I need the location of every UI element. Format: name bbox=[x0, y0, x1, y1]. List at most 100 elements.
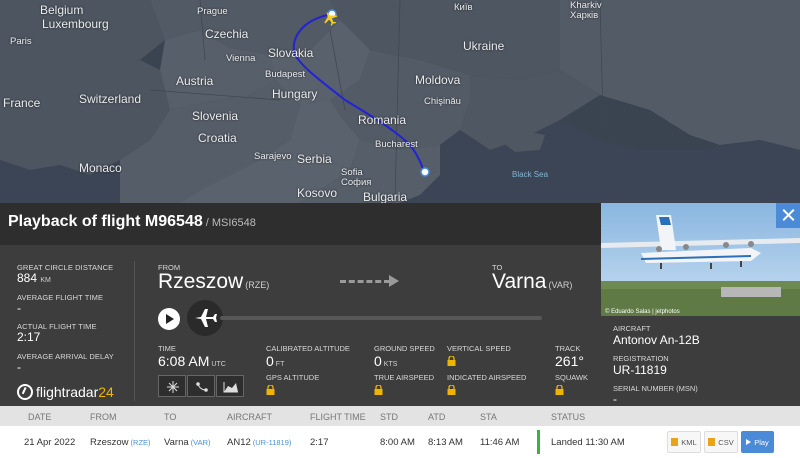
row-std: 8:00 AM bbox=[380, 437, 415, 448]
callsign: / MSI6548 bbox=[205, 217, 256, 229]
serial-label: SERIAL NUMBER (MSN) bbox=[613, 384, 698, 393]
col-atd: ATD bbox=[428, 412, 446, 422]
chart-view-button[interactable] bbox=[216, 375, 244, 397]
row-aircraft: AN12 (UR-11819) bbox=[227, 437, 291, 448]
kml-button[interactable]: KML bbox=[667, 431, 701, 453]
map-label-slovakia: Slovakia bbox=[268, 46, 314, 60]
route-arrow-line bbox=[340, 280, 390, 284]
row-date: 21 Apr 2022 bbox=[24, 437, 76, 448]
ground-speed-unit: KTS bbox=[383, 361, 398, 368]
photo-credit: © Eduardo Salas | jetphotos bbox=[605, 309, 680, 315]
to-code: (VAR) bbox=[548, 280, 573, 290]
great-circle-number: 884 bbox=[17, 271, 38, 285]
row-sta: 11:46 AM bbox=[480, 437, 520, 448]
col-aircraft: AIRCRAFT bbox=[227, 412, 272, 422]
ground-speed-label: GROUND SPEED bbox=[374, 344, 435, 353]
map-label-kyiv: Київ bbox=[454, 2, 473, 13]
time-label: TIME bbox=[158, 344, 176, 353]
lock-icon bbox=[555, 385, 564, 395]
row-to-city: Varna bbox=[164, 437, 189, 448]
col-to: TO bbox=[164, 412, 177, 422]
cal-alt-number: 0 bbox=[266, 353, 274, 369]
status-indicator bbox=[537, 430, 540, 454]
col-status: STATUS bbox=[551, 412, 586, 422]
flightradar24-logo[interactable]: flightradar24 bbox=[17, 382, 114, 402]
map-label-bucharest: Bucharest bbox=[375, 139, 418, 150]
close-button[interactable] bbox=[776, 203, 800, 228]
map-label-austria: Austria bbox=[176, 74, 214, 88]
logo-icon bbox=[17, 384, 33, 400]
map-label-moldova: Moldova bbox=[415, 73, 461, 87]
crosshair-icon bbox=[167, 381, 179, 393]
playback-slider-handle[interactable] bbox=[187, 300, 223, 336]
lock-icon bbox=[266, 385, 275, 395]
from-city: Rzeszow (RZE) bbox=[158, 270, 269, 294]
lock-icon bbox=[447, 385, 456, 395]
cal-alt-label: CALIBRATED ALTITUDE bbox=[266, 344, 350, 353]
cal-alt-unit: FT bbox=[275, 361, 285, 368]
map-label-kosovo: Kosovo bbox=[297, 186, 338, 200]
map-label-hungary: Hungary bbox=[272, 87, 318, 101]
map-label-paris: Paris bbox=[10, 36, 32, 47]
route-arrow-icon bbox=[389, 275, 399, 287]
col-date: DATE bbox=[28, 412, 52, 422]
row-aircraft-type: AN12 bbox=[227, 437, 251, 448]
from-code: (RZE) bbox=[245, 280, 270, 290]
kml-label: KML bbox=[681, 437, 697, 447]
ground-speed-number: 0 bbox=[374, 353, 382, 369]
center-view-button[interactable] bbox=[158, 375, 186, 397]
map-label-chisinau: Chişinău bbox=[424, 96, 461, 107]
aircraft-photo[interactable]: © Eduardo Salas | jetphotos bbox=[601, 203, 800, 316]
destination-marker bbox=[420, 167, 430, 177]
map-label-serbia: Serbia bbox=[297, 152, 332, 166]
time-value: 6:08 AM UTC bbox=[158, 353, 226, 369]
lock-icon bbox=[671, 438, 679, 446]
avg-flight-time-value: - bbox=[17, 301, 21, 315]
map-label-slovenia: Slovenia bbox=[192, 109, 239, 123]
map-label-sofia-local: София bbox=[341, 177, 372, 188]
map-label-prague: Prague bbox=[197, 6, 228, 17]
indicated-airspeed-label: INDICATED AIRSPEED bbox=[447, 373, 527, 382]
aircraft-value: Antonov An-12B bbox=[613, 333, 700, 347]
map-label-vienna: Vienna bbox=[226, 53, 256, 64]
serial-value: - bbox=[613, 392, 617, 406]
route-icon bbox=[196, 382, 208, 392]
play-icon bbox=[746, 439, 752, 445]
actual-flight-time-value: 2:17 bbox=[17, 330, 41, 344]
to-city-name: Varna bbox=[492, 270, 547, 293]
csv-button[interactable]: CSV bbox=[704, 431, 738, 453]
registration-label: REGISTRATION bbox=[613, 354, 669, 363]
row-flight-time: 2:17 bbox=[310, 437, 329, 448]
logo-text: flightradar24 bbox=[36, 384, 114, 400]
row-atd: 8:13 AM bbox=[428, 437, 463, 448]
row-play-button[interactable]: Play bbox=[741, 431, 774, 453]
time-unit: UTC bbox=[211, 361, 226, 368]
csv-label: CSV bbox=[718, 437, 734, 447]
stats-divider bbox=[134, 261, 135, 401]
table-header: DATE FROM TO AIRCRAFT FLIGHT TIME STD AT… bbox=[0, 406, 800, 426]
aircraft-panel: © Eduardo Salas | jetphotos AIRCRAFT Ant… bbox=[601, 203, 800, 406]
play-button[interactable] bbox=[158, 308, 180, 330]
from-city-name: Rzeszow bbox=[158, 270, 244, 293]
flight-map[interactable]: Belgium Luxembourg Paris Prague Czechia … bbox=[0, 0, 800, 203]
track-label: TRACK bbox=[555, 344, 581, 353]
title-bar: Playback of flight M96548/ MSI6548 bbox=[0, 203, 601, 245]
map-label-black-sea: Black Sea bbox=[512, 170, 549, 179]
row-to-code[interactable]: (VAR) bbox=[191, 438, 211, 447]
route-view-button[interactable] bbox=[187, 375, 215, 397]
row-to: Varna (VAR) bbox=[164, 437, 211, 448]
map-label-ukraine: Ukraine bbox=[463, 39, 505, 53]
col-std: STD bbox=[380, 412, 398, 422]
row-from-code[interactable]: (RZE) bbox=[131, 438, 151, 447]
map-label-bulgaria: Bulgaria bbox=[363, 190, 408, 203]
playback-timeline[interactable] bbox=[220, 316, 542, 320]
plane-icon bbox=[195, 309, 217, 327]
avg-flight-time-label: AVERAGE FLIGHT TIME bbox=[17, 293, 104, 302]
map-label-belgium: Belgium bbox=[40, 3, 84, 17]
flight-title: Playback of flight M96548 bbox=[8, 213, 203, 230]
gps-alt-label: GPS ALTITUDE bbox=[266, 373, 320, 382]
logo-num: 24 bbox=[98, 384, 114, 400]
table-row[interactable]: 21 Apr 2022 Rzeszow (RZE) Varna (VAR) AN12… bbox=[0, 426, 800, 458]
row-aircraft-reg[interactable]: (UR-11819) bbox=[253, 438, 292, 447]
map-label-czechia: Czechia bbox=[205, 27, 249, 41]
